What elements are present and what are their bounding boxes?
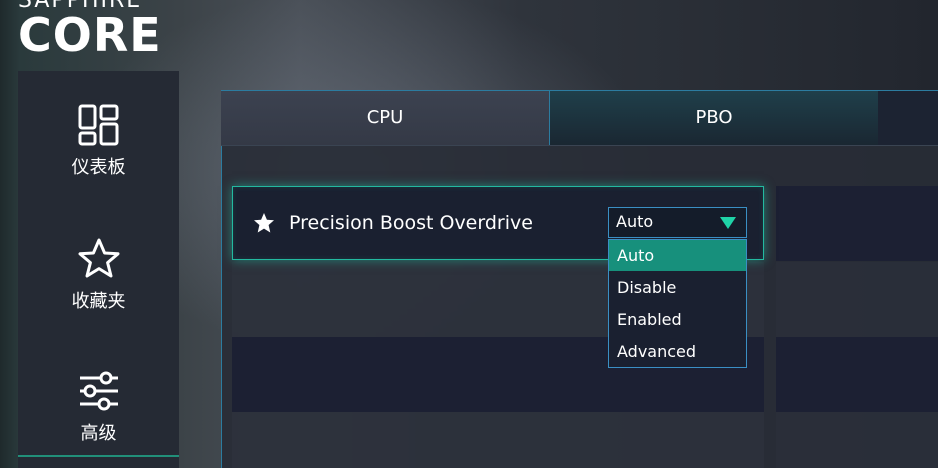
star-filled-icon[interactable]: [253, 212, 275, 234]
sidebar-item-advanced[interactable]: 高级: [18, 337, 179, 457]
tab-cpu[interactable]: CPU: [221, 91, 549, 145]
setting-row-empty: [232, 412, 764, 468]
sidebar-item-label: 收藏夹: [71, 291, 126, 312]
chevron-down-icon: [720, 217, 736, 229]
dropdown-option-auto[interactable]: Auto: [609, 240, 746, 271]
dropdown-option-enabled[interactable]: Enabled: [609, 304, 746, 335]
pbo-select[interactable]: Auto: [608, 207, 747, 238]
select-value: Auto: [616, 212, 654, 231]
pbo-dropdown-list: Auto Disable Enabled Advanced: [608, 239, 747, 368]
sidebar-item-label: 仪表板: [71, 157, 126, 178]
sidebar-item-label: 高级: [80, 423, 117, 444]
dropdown-option-advanced[interactable]: Advanced: [609, 336, 746, 367]
setting-cell-empty: [776, 412, 938, 468]
sidebar: 仪表板 收藏夹 高级: [18, 71, 179, 468]
dropdown-option-disable[interactable]: Disable: [609, 272, 746, 303]
sidebar-item-favorites[interactable]: 收藏夹: [18, 205, 179, 325]
dashboard-icon: [78, 104, 118, 146]
setting-cell-empty: [776, 186, 938, 261]
setting-label: Precision Boost Overdrive: [289, 212, 533, 234]
sliders-icon: [79, 371, 118, 411]
sidebar-active-indicator: [18, 455, 179, 457]
tab-pbo[interactable]: PBO: [549, 91, 879, 145]
setting-cell-empty: [776, 337, 938, 412]
star-outline-icon: [78, 238, 119, 278]
tab-next[interactable]: [878, 91, 938, 145]
brand-logo: SAPPHIRE CORE: [18, 0, 228, 66]
brand-core-text: CORE: [18, 8, 162, 62]
tab-bar: CPU PBO: [221, 90, 938, 146]
sidebar-item-dashboard[interactable]: 仪表板: [18, 71, 179, 191]
setting-cell-empty: [776, 262, 938, 337]
